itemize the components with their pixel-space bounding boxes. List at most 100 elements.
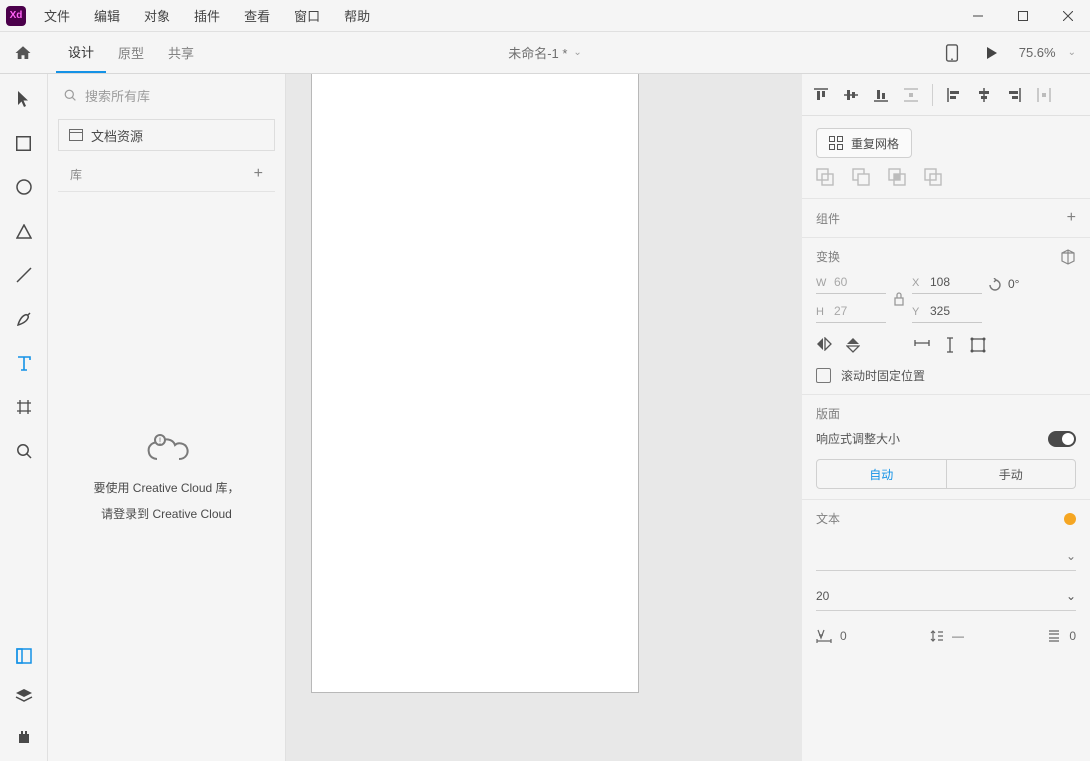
device-preview-button[interactable] — [939, 40, 965, 66]
boolean-intersect[interactable] — [888, 168, 906, 186]
align-top[interactable] — [812, 86, 830, 104]
menu-file[interactable]: 文件 — [32, 0, 82, 32]
responsive-label: 响应式调整大小 — [816, 430, 900, 447]
title-bar: Xd 文件 编辑 对象 插件 查看 窗口 帮助 — [0, 0, 1090, 32]
boolean-exclude[interactable] — [924, 168, 942, 186]
menu-help[interactable]: 帮助 — [332, 0, 382, 32]
libraries-panel-toggle[interactable] — [9, 645, 39, 667]
char-spacing-field[interactable]: 0 — [816, 629, 847, 643]
tab-share[interactable]: 共享 — [156, 32, 206, 73]
zoom-tool[interactable] — [9, 440, 39, 462]
document-assets-label: 文档资源 — [91, 126, 143, 145]
cc-message-line2: 请登录到 Creative Cloud — [101, 505, 232, 523]
paragraph-spacing-icon — [1047, 629, 1061, 643]
window-close[interactable] — [1045, 0, 1090, 32]
component-section-header: 组件 + — [802, 199, 1090, 238]
zoom-dropdown[interactable]: 75.6% ⌄ — [1019, 45, 1082, 60]
search-placeholder: 搜索所有库 — [85, 86, 150, 105]
text-fixed-size[interactable] — [970, 337, 986, 353]
document-title: 未命名-1 * — [508, 43, 567, 62]
height-field[interactable]: H27 — [816, 304, 886, 323]
tab-prototype[interactable]: 原型 — [106, 32, 156, 73]
flip-horizontal-button[interactable] — [816, 337, 832, 353]
tab-design[interactable]: 设计 — [56, 32, 106, 73]
window-maximize[interactable] — [1000, 0, 1045, 32]
cc-signin-message: ! 要使用 Creative Cloud 库， 请登录到 Creative Cl… — [48, 192, 285, 761]
layout-section: 版面 响应式调整大小 自动 手动 — [802, 395, 1090, 500]
boolean-subtract[interactable] — [852, 168, 870, 186]
play-preview-button[interactable] — [979, 40, 1005, 66]
line-spacing-field[interactable]: — — [930, 629, 964, 643]
right-panel: 重复网格 组件 + 变换 W60 — [802, 74, 1090, 761]
fix-on-scroll-checkbox[interactable]: 滚动时固定位置 — [816, 367, 1076, 384]
ellipse-tool[interactable] — [9, 176, 39, 198]
lock-aspect-button[interactable] — [892, 292, 906, 306]
3d-transform-icon[interactable] — [1060, 249, 1076, 265]
font-size-dropdown[interactable]: 20 ⌄ — [816, 581, 1076, 611]
document-title-dropdown[interactable]: 未命名-1 * ⌄ — [508, 43, 582, 62]
align-right[interactable] — [1005, 86, 1023, 104]
align-hcenter[interactable] — [975, 86, 993, 104]
line-tool[interactable] — [9, 264, 39, 286]
y-field[interactable]: Y325 — [912, 304, 982, 323]
repeat-grid-button[interactable]: 重复网格 — [816, 128, 912, 158]
menu-view[interactable]: 查看 — [232, 0, 282, 32]
option-bar: 设计 原型 共享 未命名-1 * ⌄ 75.6% ⌄ — [0, 32, 1090, 74]
chevron-down-icon: ⌄ — [1066, 549, 1076, 563]
responsive-manual-button[interactable]: 手动 — [947, 460, 1076, 488]
paragraph-spacing-field[interactable]: 0 — [1047, 629, 1076, 643]
window-minimize[interactable] — [955, 0, 1000, 32]
layers-panel-toggle[interactable] — [9, 685, 39, 707]
select-tool[interactable] — [9, 88, 39, 110]
warning-icon — [1064, 513, 1076, 525]
repeat-grid-section: 重复网格 — [802, 116, 1090, 199]
align-bottom[interactable] — [872, 86, 890, 104]
zoom-value: 75.6% — [1019, 45, 1056, 60]
text-height-auto[interactable] — [944, 337, 956, 353]
plugins-panel-toggle[interactable] — [9, 725, 39, 747]
library-label: 库 — [70, 166, 82, 183]
text-tool[interactable] — [9, 352, 39, 374]
canvas[interactable] — [286, 74, 802, 761]
font-family-dropdown[interactable]: ⌄ — [816, 541, 1076, 571]
distribute-v[interactable] — [902, 86, 920, 104]
search-icon — [64, 89, 77, 102]
rotation-icon — [988, 278, 1002, 292]
artboard-tool[interactable] — [9, 396, 39, 418]
document-assets-button[interactable]: 文档资源 — [58, 119, 275, 151]
menu-object[interactable]: 对象 — [132, 0, 182, 32]
checkbox-icon — [816, 368, 831, 383]
x-field[interactable]: X108 — [912, 275, 982, 294]
app-logo: Xd — [0, 0, 32, 32]
transform-section: 变换 W60 X108 0° — [802, 238, 1090, 395]
width-field[interactable]: W60 — [816, 275, 886, 294]
polygon-tool[interactable] — [9, 220, 39, 242]
responsive-auto-button[interactable]: 自动 — [817, 460, 947, 488]
rotation-field[interactable]: 0° — [988, 277, 1058, 293]
rectangle-tool[interactable] — [9, 132, 39, 154]
library-search-input[interactable]: 搜索所有库 — [58, 82, 275, 109]
component-label: 组件 — [816, 210, 840, 227]
align-vcenter[interactable] — [842, 86, 860, 104]
chevron-down-icon: ⌄ — [1066, 589, 1076, 603]
responsive-toggle[interactable] — [1048, 431, 1076, 447]
menu-window[interactable]: 窗口 — [282, 0, 332, 32]
chevron-down-icon: ⌄ — [573, 47, 581, 58]
align-left[interactable] — [945, 86, 963, 104]
add-component-button[interactable]: + — [1067, 209, 1076, 227]
distribute-h[interactable] — [1035, 86, 1053, 104]
pen-tool[interactable] — [9, 308, 39, 330]
menu-edit[interactable]: 编辑 — [82, 0, 132, 32]
home-button[interactable] — [8, 38, 38, 68]
responsive-mode-segment: 自动 手动 — [816, 459, 1076, 489]
layout-label: 版面 — [816, 405, 1076, 422]
left-panel: 搜索所有库 文档资源 库 + ! 要使用 Creative Cloud 库， 请… — [48, 74, 286, 761]
text-width-auto[interactable] — [914, 337, 930, 353]
chevron-down-icon: ⌄ — [1068, 47, 1076, 58]
add-library-button[interactable]: + — [254, 165, 263, 183]
transform-label: 变换 — [816, 248, 840, 265]
menu-plugins[interactable]: 插件 — [182, 0, 232, 32]
flip-vertical-button[interactable] — [846, 337, 860, 353]
boolean-add[interactable] — [816, 168, 834, 186]
artboard[interactable] — [312, 74, 638, 692]
